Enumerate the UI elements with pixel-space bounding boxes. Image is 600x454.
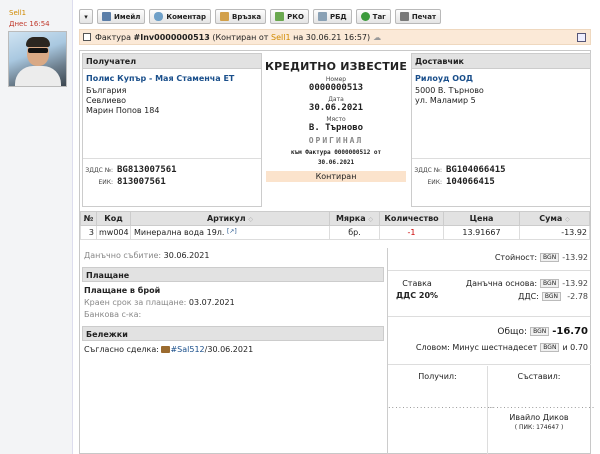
supplier-eik: 104066415 [446,177,495,187]
table-header-row: № Код Артикул ◇ Мярка ◇ Количество Цена … [80,211,590,226]
link-icon [220,12,229,21]
supplier-vat: BG104066415 [446,165,506,175]
posted-by-user[interactable]: Sell1 [271,33,291,42]
original-mark: ОРИГИНАЛ [308,136,364,145]
supplier-name[interactable]: Рилоуд ООД [415,74,587,83]
value-total: -13.92 [562,253,588,262]
external-link-icon[interactable]: [↗] [227,228,237,235]
cash-icon [275,12,285,21]
status-badge: Контиран [266,171,406,182]
avatar[interactable] [8,31,67,87]
article-name: Минерална вода 19л. [134,228,225,237]
deal-link[interactable]: #Sal512 [170,345,204,354]
amount-in-words: Словом: Минус шестнадесет [415,343,538,352]
bank-icon [317,12,327,21]
compiler-pik: ( ПИК: 174647 ) [514,424,564,431]
collapse-button[interactable] [577,33,586,42]
tag-button[interactable]: Таг [355,9,391,24]
document-date: 30.06.2021 [308,103,364,113]
left-panel: Sell1 Днес 16:54 [0,0,73,454]
chevron-down-icon: ▾ [84,12,88,21]
line-sum: -13.92 [519,225,590,240]
recipient-vat: BG813007561 [117,165,177,175]
rko-button[interactable]: РКО [270,9,309,24]
recipient-box: Получател Полис Купър - Мая Стаменча ЕТ … [82,53,262,207]
col-qty: Количество [379,211,444,226]
col-unit[interactable]: Мярка ◇ [329,211,380,226]
email-button[interactable]: Имейл [97,9,146,24]
menu-dropdown-button[interactable]: ▾ [79,9,93,24]
grand-total: -16.70 [552,326,588,337]
post-time: Днес 16:54 [9,20,50,28]
vat-rate: ДДС 20% [396,291,439,300]
printer-icon [399,12,409,21]
supplier-title: Доставчик [412,54,590,69]
document-number: 0000000513 [308,83,364,93]
supplier-ids: ЗДДС №: BG104066415 ЕИК: 104066415 [412,158,590,189]
sort-icon: ◇ [248,216,254,223]
document-place: В. Търново [308,123,364,133]
comment-icon [154,12,164,21]
document-info: КРЕДИТНО ИЗВЕСТИЕ Номер 0000000513 Дата … [264,60,408,182]
sort-icon: ◇ [368,216,374,223]
recipient-ids: ЗДДС №: BG813007561 ЕИК: 813007561 [83,158,261,189]
invoice-number: #Inv0000000513 [133,32,210,42]
reference-invoice: към Фактура 0000000512 от 30.06.2021 [290,149,382,166]
col-no: № [80,211,97,226]
author-name[interactable]: Sell1 [9,9,26,17]
received-signature: Получил: .............................. [388,366,493,454]
rbd-button[interactable]: РБД [312,9,352,24]
quantity-value: -1 [379,225,444,240]
table-row: 3 mw004 Минерална вода 19л. [↗] бр. -1 1… [80,225,590,240]
payment-title: Плащане [82,267,384,282]
cloud-icon: ☁ [373,32,382,42]
col-price: Цена [443,211,520,226]
col-article[interactable]: Артикул ◇ [130,211,330,226]
due-date: 03.07.2021 [188,298,235,307]
supplier-box: Доставчик Рилоуд ООД 5000 В. Търново ул.… [411,53,591,207]
payment-method: Плащане в брой [84,286,161,295]
col-sum[interactable]: Сума ◇ [519,211,590,226]
totals-panel: Стойност: BGN -13.92 Ставка ДДС 20% Данъчн… [387,248,596,454]
document-body: Получател Полис Купър - Мая Стаменча ЕТ … [79,50,596,454]
sort-icon: ◇ [565,216,570,223]
recipient-eik: 813007561 [117,177,166,187]
toolbar: ▾ Имейл Коментар Връзка РКО РБД Таг Печа… [79,9,442,24]
compiled-signature: Съставил: ..............................… [489,372,596,431]
compiler-name: Ивайло Диков [509,413,569,422]
comment-button[interactable]: Коментар [149,9,211,24]
items-table: № Код Артикул ◇ Мярка ◇ Количество Цена … [80,211,590,240]
document-icon [83,33,91,41]
email-icon [102,12,111,21]
info-panel: Данъчно събитие: 30.06.2021 Плащане Плащ… [82,248,384,356]
document-header: Фактура #Inv0000000513 (Контиран от Sell… [79,29,591,45]
vat-amount: -2.78 [567,292,588,301]
notes-title: Бележки [82,326,384,341]
document-title: КРЕДИТНО ИЗВЕСТИЕ [264,60,408,73]
link-button[interactable]: Връзка [215,9,267,24]
print-button[interactable]: Печат [394,9,442,24]
recipient-title: Получател [83,54,261,69]
tax-event-date: 30.06.2021 [163,251,210,260]
tag-icon [360,12,370,21]
col-code: Код [96,211,131,226]
recipient-name[interactable]: Полис Купър - Мая Стаменча ЕТ [86,74,258,83]
tax-base: -13.92 [562,279,588,288]
